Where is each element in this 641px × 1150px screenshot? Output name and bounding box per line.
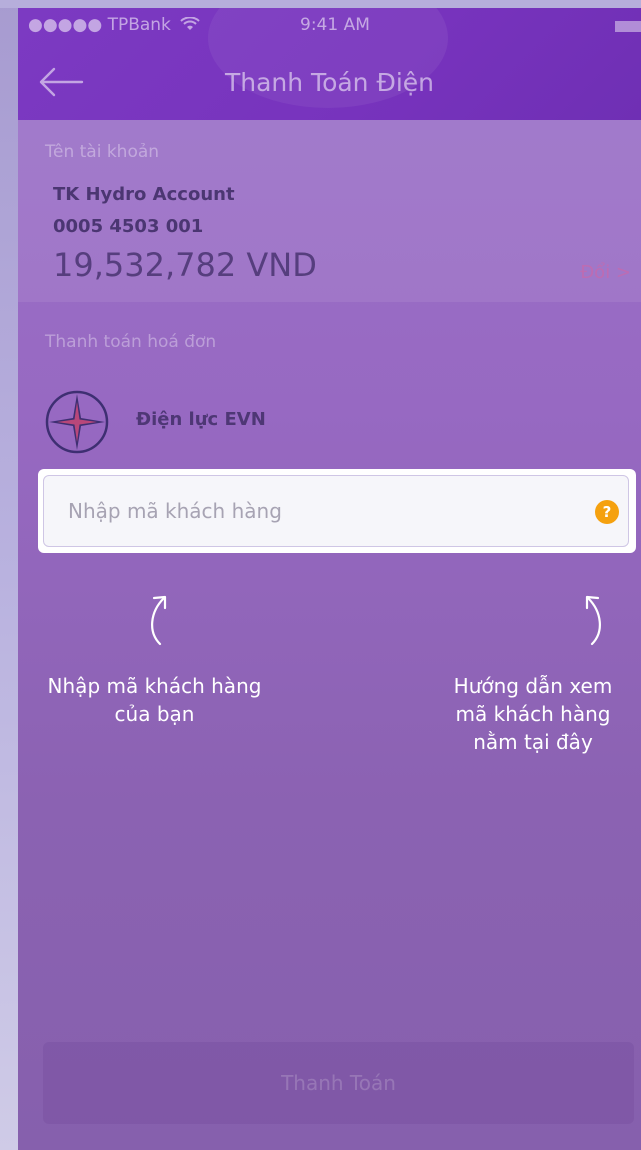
phone-screen: ●●●●● TPBank 9:41 AM Thanh Toán Điện Tên… [18,8,641,1150]
battery-icon [615,21,641,32]
customer-code-input[interactable] [66,492,550,530]
customer-code-field: ? [43,475,629,547]
question-icon[interactable]: ? [595,500,619,524]
coach-left-line-2: của bạn [114,702,195,726]
wifi-icon [180,16,201,30]
account-balance: 19,532,782 VND [53,246,317,284]
curved-arrow-up-icon [151,595,167,646]
page-title: Thanh Toán Điện [224,68,435,97]
carrier-label: ●●●●● TPBank [28,15,201,35]
pay-button[interactable]: Thanh Toán [43,1042,634,1124]
bill-section-label: Thanh toán hoá đơn [45,332,217,352]
status-time: 9:41 AM [300,15,370,35]
status-bar: ●●●●● TPBank 9:41 AM [18,8,641,42]
provider-name: Điện lực EVN [136,409,266,430]
evn-star-logo [45,390,109,454]
change-account-link[interactable]: Đổi > [580,262,631,283]
coach-left-line-1: Nhập mã khách hàng [47,674,262,698]
background-blur-top [0,0,641,8]
coach-mark-left: Nhập mã khách hàng của bạn [18,672,291,728]
coach-right-line-2: mã khách hàng [455,702,611,726]
carrier-text: ●●●●● TPBank [28,15,171,35]
curved-arrow-up-icon [585,595,601,646]
background-blur-left [0,0,18,1150]
coach-right-line-3: nằm tại đây [473,730,593,754]
account-name: TK Hydro Account [53,184,235,205]
account-number: 0005 4503 001 [53,216,204,237]
coach-right-line-1: Hướng dẫn xem [453,674,613,698]
coach-mark-right: Hướng dẫn xem mã khách hàng nằm tại đây [427,672,639,756]
account-label: Tên tài khoản [45,142,160,162]
